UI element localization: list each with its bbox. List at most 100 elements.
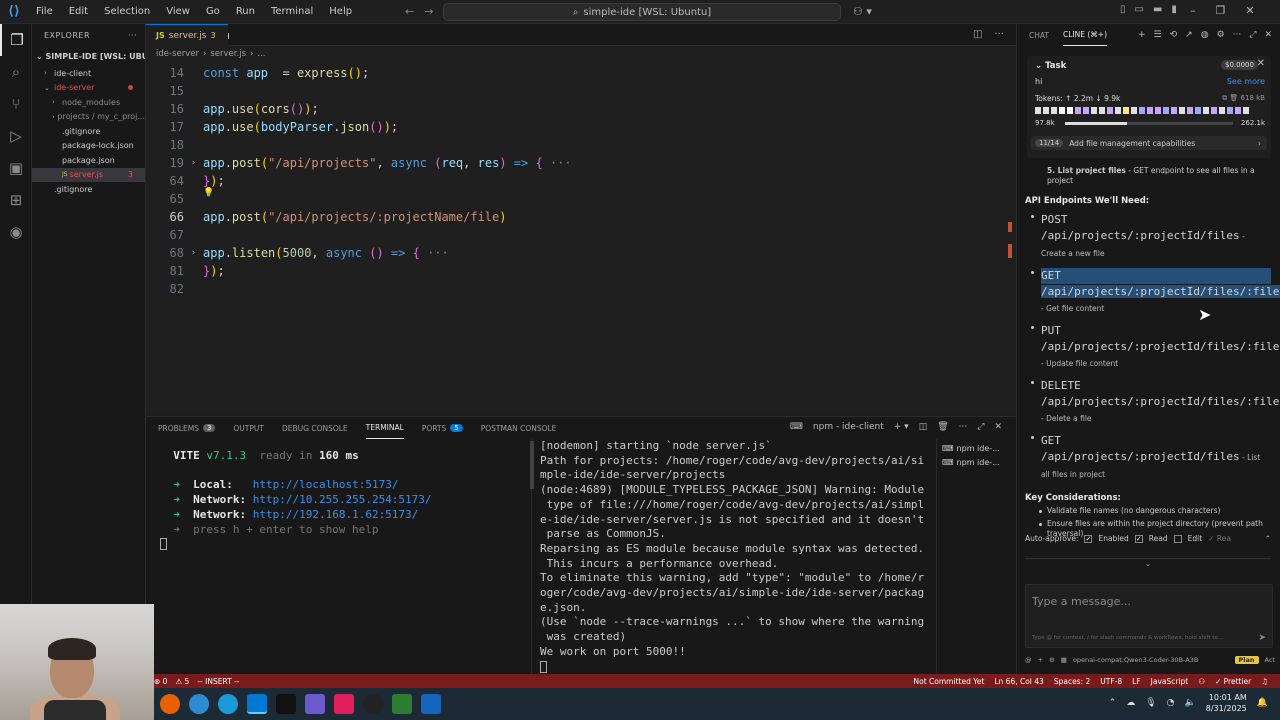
tree-folder[interactable]: ⌄ ide-server <box>32 81 145 96</box>
maximize-icon[interactable]: ⤢ <box>1249 30 1256 40</box>
tree-folder[interactable]: › projects / my_c_proj... <box>32 110 145 125</box>
menu-view[interactable]: View <box>158 6 198 17</box>
mic-icon[interactable]: 🎙 <box>1145 698 1156 708</box>
terminal-scrollbar[interactable] <box>530 441 534 489</box>
toggle-secondary-icon[interactable]: ▮ <box>1171 4 1177 15</box>
minimize-icon[interactable]: – <box>1190 4 1196 17</box>
tree-file[interactable]: package-lock.json <box>32 139 145 154</box>
account-icon[interactable]: ◍ <box>1201 30 1209 40</box>
maximize-icon[interactable]: ⤢ <box>977 422 984 432</box>
new-task-icon[interactable]: + <box>1138 30 1146 40</box>
remote-explorer-icon[interactable]: ▣ <box>0 152 32 184</box>
toggle-sidebar-icon[interactable]: ▯ <box>1120 4 1126 15</box>
language-mode[interactable]: JavaScript <box>1151 677 1189 686</box>
checkpoint-block[interactable] <box>1059 107 1065 114</box>
breadcrumb-item[interactable]: ide-server <box>156 49 199 59</box>
app-icon[interactable] <box>421 694 441 714</box>
cloud-icon[interactable]: ☁ <box>1126 698 1135 708</box>
panel-tab-ports[interactable]: PORTS 5 <box>422 417 463 439</box>
breadcrumb-item[interactable]: server.js <box>210 49 246 59</box>
checkpoint-block[interactable] <box>1171 107 1177 114</box>
send-icon[interactable]: ➤ <box>1258 633 1266 643</box>
tree-file[interactable]: package.json <box>32 153 145 168</box>
mcp-icon[interactable]: ☰ <box>1154 30 1162 40</box>
code-line[interactable]: 68 › app.listen(5000, async () => { ··· <box>146 244 1016 262</box>
image-icon[interactable]: ▦ <box>1061 656 1067 664</box>
panel-tab-problems[interactable]: PROBLEMS 3 <box>158 417 216 439</box>
menu-selection[interactable]: Selection <box>96 6 158 17</box>
encoding[interactable]: UTF-8 <box>1100 677 1122 686</box>
warning-count[interactable]: ⚠ 5 <box>175 677 189 686</box>
code-line[interactable]: 64}); <box>146 172 1016 190</box>
checkpoint-block[interactable] <box>1035 107 1041 114</box>
checkpoint-block[interactable] <box>1155 107 1161 114</box>
chevron-up-icon[interactable]: ⌃ <box>1265 534 1271 543</box>
chrome-icon[interactable] <box>189 694 209 714</box>
mcp-server-icon[interactable]: ⚙ <box>1049 656 1055 664</box>
code-line[interactable]: 65 <box>146 190 1016 208</box>
terminal-taskbar-icon[interactable] <box>276 694 296 714</box>
search-view-icon[interactable]: ⌕ <box>0 56 32 88</box>
panel-tab-debug-console[interactable]: DEBUG CONSOLE <box>282 417 348 439</box>
bell-icon[interactable]: ♫ <box>1261 677 1268 686</box>
menu-terminal[interactable]: Terminal <box>263 6 321 17</box>
checkpoint-block[interactable] <box>1203 107 1209 114</box>
go-live-icon[interactable]: ⚇ <box>1198 677 1205 686</box>
nav-arrows-icon[interactable]: ←→ <box>405 5 443 18</box>
read-checkbox[interactable]: ✓ <box>1134 534 1143 543</box>
workspace-section[interactable]: ⌄ SIMPLE-IDE [WSL: UBUNTU] <box>32 46 145 66</box>
tab-cline[interactable]: CLINE (⌘+) <box>1063 24 1108 46</box>
popout-icon[interactable]: ↗ <box>1185 30 1193 40</box>
see-more-link[interactable]: See more <box>1227 77 1265 86</box>
command-center-search[interactable]: ⌕ simple-ide [WSL: Ubuntu] <box>443 3 841 21</box>
split-editor-icon[interactable]: ◫ <box>973 29 982 40</box>
checkpoint-block[interactable] <box>1099 107 1105 114</box>
tree-folder[interactable]: › node_modules <box>32 95 145 110</box>
checkpoint-block[interactable] <box>1115 107 1121 114</box>
volume-icon[interactable]: 🔈 <box>1185 698 1196 708</box>
terminal-server[interactable]: [nodemon] starting `node server.js` Path … <box>540 439 930 674</box>
checkpoint-block[interactable] <box>1043 107 1049 114</box>
slack-icon[interactable] <box>334 694 354 714</box>
panel-tab-postman-console[interactable]: POSTMAN CONSOLE <box>481 417 557 439</box>
notification-icon[interactable]: 🔔 <box>1257 698 1268 708</box>
checkpoint-block[interactable] <box>1219 107 1225 114</box>
panel-tab-terminal[interactable]: TERMINAL <box>365 417 404 439</box>
checkpoint-block[interactable] <box>1235 107 1241 114</box>
terminal-vite[interactable]: VITE v7.1.3 ready in 160 ms ➜ Local: htt… <box>160 449 530 552</box>
code-line[interactable]: 15 <box>146 82 1016 100</box>
settings-icon[interactable]: ⚙ <box>1217 30 1225 40</box>
more-actions-icon[interactable]: ··· <box>128 31 137 40</box>
close-window-icon[interactable]: ✕ <box>1245 4 1254 17</box>
split-terminal-icon[interactable]: ◫ <box>919 422 928 432</box>
fold-chevron-icon[interactable]: › <box>184 248 203 258</box>
cline-icon[interactable]: ◉ <box>0 216 32 248</box>
app-icon[interactable] <box>363 694 383 714</box>
checkpoint-block[interactable] <box>1067 107 1073 114</box>
task-progress[interactable]: 11/14 Add file management capabilities › <box>1031 136 1267 150</box>
close-icon[interactable]: ✕ <box>1264 30 1272 40</box>
checkpoint-block[interactable] <box>1131 107 1137 114</box>
checkpoint-block[interactable] <box>1211 107 1217 114</box>
checkpoint-block[interactable] <box>1075 107 1081 114</box>
close-task-icon[interactable]: ✕ <box>1257 58 1265 69</box>
code-line[interactable]: 19 › app.post("/api/projects", async (req,… <box>146 154 1016 172</box>
tree-file[interactable]: .gitignore <box>32 124 145 139</box>
tree-file[interactable]: .gitignore <box>32 182 145 197</box>
trash-icon[interactable]: 🗑 <box>937 422 948 432</box>
prettier-status[interactable]: ✓ Prettier <box>1215 677 1251 686</box>
checkpoint-block[interactable] <box>1147 107 1153 114</box>
wifi-icon[interactable]: ◔ <box>1167 698 1175 708</box>
code-line[interactable]: 14 const app = express(); <box>146 64 1016 82</box>
scroll-down-icon[interactable]: ⌄ <box>1025 558 1271 570</box>
error-count[interactable]: ⊗ 0 <box>154 677 167 686</box>
add-terminal-icon[interactable]: + ▾ <box>894 422 909 432</box>
history-icon[interactable]: ⟲ <box>1170 30 1178 40</box>
fold-chevron-icon[interactable]: › <box>184 158 203 168</box>
terminal-session-item[interactable]: ⌨ npm ide-... <box>942 455 1000 469</box>
copilot-icon[interactable]: ⚇ ▾ <box>853 5 872 18</box>
firefox-icon[interactable] <box>160 694 180 714</box>
code-line[interactable]: 18 <box>146 136 1016 154</box>
checkpoint-block[interactable] <box>1107 107 1113 114</box>
checkpoint-block[interactable] <box>1179 107 1185 114</box>
